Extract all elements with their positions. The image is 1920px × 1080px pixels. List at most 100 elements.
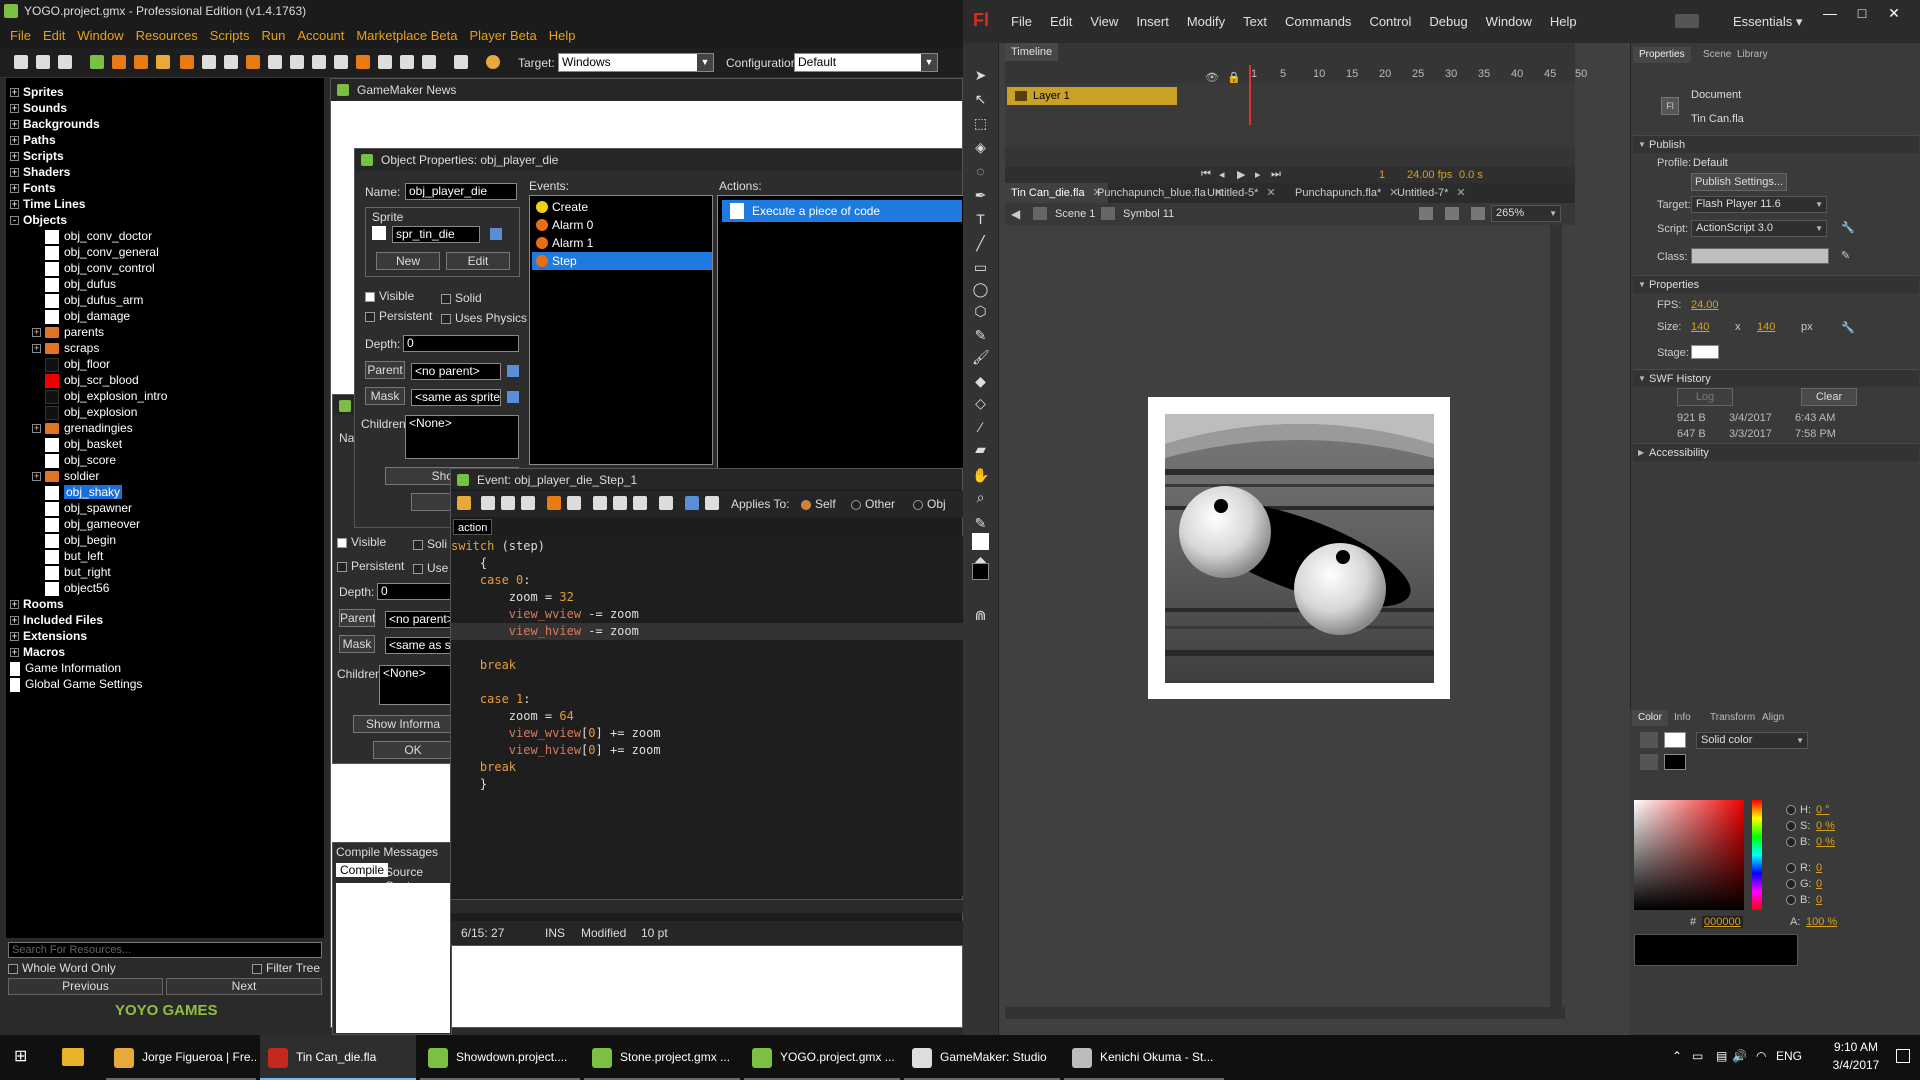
stage-hscrollbar[interactable] bbox=[1005, 1007, 1565, 1019]
stop-icon[interactable] bbox=[134, 55, 148, 69]
expand-icon[interactable]: + bbox=[10, 648, 19, 658]
expand-icon[interactable]: + bbox=[10, 152, 19, 162]
subselection-tool-icon[interactable]: ↖ bbox=[972, 91, 989, 108]
tab-timeline[interactable]: Timeline bbox=[1005, 43, 1059, 61]
play-icon[interactable] bbox=[90, 55, 104, 69]
parent-button[interactable]: Parent bbox=[365, 361, 405, 379]
tree-item[interactable]: + grenadingies bbox=[32, 420, 133, 436]
tree-item[interactable]: but_right bbox=[32, 564, 111, 580]
expand-icon[interactable]: + bbox=[32, 328, 41, 338]
timeline-fps[interactable]: 24.00 fps bbox=[1407, 169, 1452, 181]
event-step[interactable]: Step bbox=[532, 252, 712, 270]
save-project-icon[interactable] bbox=[58, 55, 72, 69]
event-alarm-1[interactable]: Alarm 1 bbox=[532, 234, 712, 252]
stroke-none-swatch[interactable] bbox=[1664, 732, 1686, 748]
taskbar-app[interactable]: GameMaker: Studio bbox=[904, 1035, 1060, 1080]
r-radio[interactable]: R: bbox=[1786, 862, 1811, 874]
tree-item[interactable]: + Backgrounds bbox=[10, 116, 100, 132]
checkmark-icon[interactable] bbox=[457, 496, 471, 510]
persistent-checkbox[interactable]: Persistent bbox=[365, 309, 432, 323]
tree-item[interactable]: + Fonts bbox=[10, 180, 56, 196]
obj2-depth-field[interactable]: 0 bbox=[377, 583, 453, 600]
fill-black-swatch[interactable] bbox=[1664, 754, 1686, 770]
open-icon[interactable] bbox=[481, 496, 495, 510]
selection-tool-icon[interactable]: ➤ bbox=[972, 67, 989, 84]
tree-item[interactable]: obj_explosion_intro bbox=[32, 388, 167, 404]
taskbar-app[interactable]: Kenichi Okuma - St... bbox=[1064, 1035, 1224, 1080]
gm-menu-edit[interactable]: Edit bbox=[43, 28, 65, 43]
fl-menu-modify[interactable]: Modify bbox=[1187, 14, 1225, 29]
stage-vscrollbar[interactable] bbox=[1550, 225, 1562, 1007]
gm-menu-file[interactable]: File bbox=[10, 28, 31, 43]
clear-button[interactable]: Clear bbox=[1801, 388, 1857, 406]
sync-icon[interactable] bbox=[1675, 14, 1699, 28]
oval-tool-icon[interactable]: ◯ bbox=[972, 281, 989, 298]
fl-menu-debug[interactable]: Debug bbox=[1429, 14, 1467, 29]
whole-word-checkbox[interactable]: Whole Word Only bbox=[8, 961, 116, 975]
volume-icon[interactable]: 🔊 bbox=[1732, 1049, 1747, 1063]
playhead[interactable] bbox=[1249, 65, 1251, 125]
sprite-new-button[interactable]: New bbox=[376, 252, 440, 270]
tree-item[interactable]: + scraps bbox=[32, 340, 99, 356]
stroke-swatch[interactable] bbox=[972, 533, 989, 550]
tree-item[interactable]: obj_explosion bbox=[32, 404, 137, 420]
wrench-icon[interactable]: 🔧 bbox=[1841, 221, 1855, 234]
obj2-parent-field[interactable]: <no parent> bbox=[385, 611, 453, 628]
eyedropper-icon[interactable]: ⁄ bbox=[972, 419, 989, 436]
tree-item[interactable]: + Scripts bbox=[10, 148, 64, 164]
new-project-icon[interactable] bbox=[14, 55, 28, 69]
applies-object-radio[interactable]: Obj bbox=[913, 497, 946, 511]
obj2-solid-checkbox[interactable]: Soli bbox=[413, 537, 447, 551]
fast-forward-icon[interactable]: ⏭ bbox=[1271, 168, 1281, 181]
depth-field[interactable]: 0 bbox=[403, 335, 519, 352]
center-stage-icon[interactable] bbox=[1471, 207, 1485, 220]
open-project-icon[interactable] bbox=[36, 55, 50, 69]
text-tool-icon[interactable]: T bbox=[972, 211, 989, 228]
network-icon[interactable]: ▤ bbox=[1716, 1049, 1727, 1063]
gm-menu-marketplace[interactable]: Marketplace Beta bbox=[356, 28, 457, 43]
tab-compile[interactable]: Compile bbox=[336, 863, 389, 877]
events-list[interactable]: Create Alarm 0 Alarm 1 Step bbox=[529, 195, 713, 465]
debug-icon[interactable] bbox=[112, 55, 126, 69]
code-hscrollbar[interactable] bbox=[451, 899, 964, 913]
tree-item[interactable]: + Sprites bbox=[10, 84, 64, 100]
snap-magnet-icon[interactable]: ⋒ bbox=[972, 607, 989, 624]
start-icon[interactable]: ⊞ bbox=[14, 1048, 32, 1066]
file-explorer-icon[interactable] bbox=[62, 1048, 84, 1066]
find-icon[interactable] bbox=[659, 496, 673, 510]
collapse-icon[interactable]: - bbox=[10, 216, 19, 226]
workspace-switcher[interactable]: Essentials ▾ bbox=[1733, 14, 1802, 30]
wrench-icon[interactable]: 🔧 bbox=[1841, 321, 1855, 334]
taskbar-app[interactable]: Jorge Figueroa | Fre... bbox=[106, 1035, 256, 1080]
taskbar-app[interactable]: Stone.project.gmx ... bbox=[584, 1035, 740, 1080]
rewind-icon[interactable]: ⏮ bbox=[1201, 168, 1211, 181]
taskbar-app[interactable]: Showdown.project.... bbox=[420, 1035, 580, 1080]
current-frame[interactable]: 1 bbox=[1379, 169, 1385, 181]
3d-rotation-icon[interactable]: ◈ bbox=[972, 139, 989, 156]
resource-tree[interactable]: + Sprites + Sounds + Backgrounds + Paths + Script… bbox=[6, 78, 324, 938]
fps-value[interactable]: 24.00 bbox=[1691, 299, 1719, 311]
font-icon[interactable] bbox=[312, 55, 326, 69]
gm-menu-resources[interactable]: Resources bbox=[136, 28, 198, 43]
settings-icon[interactable] bbox=[400, 55, 414, 69]
class-field[interactable] bbox=[1691, 248, 1829, 264]
tab-color[interactable]: Color bbox=[1632, 710, 1668, 726]
event-create[interactable]: Create bbox=[532, 198, 712, 216]
gm-menu-run[interactable]: Run bbox=[261, 28, 285, 43]
applies-other-radio[interactable]: Other bbox=[851, 497, 895, 511]
tree-item[interactable]: obj_conv_doctor bbox=[32, 228, 152, 244]
tree-item[interactable]: obj_damage bbox=[32, 308, 130, 324]
g-value[interactable]: 0 bbox=[1816, 878, 1822, 890]
hue-slider[interactable] bbox=[1752, 800, 1762, 910]
stroke-color-icon[interactable]: ✎ bbox=[972, 515, 989, 532]
tree-item[interactable]: + Sounds bbox=[10, 100, 67, 116]
step-forward-icon[interactable]: ▸ bbox=[1255, 168, 1261, 181]
children-list[interactable]: <None> bbox=[405, 415, 519, 459]
tree-item[interactable]: + parents bbox=[32, 324, 104, 340]
edit-scene-icon[interactable] bbox=[1419, 207, 1433, 220]
expand-icon[interactable]: + bbox=[32, 424, 41, 434]
stage[interactable] bbox=[1148, 397, 1450, 699]
g-radio[interactable]: G: bbox=[1786, 878, 1812, 890]
power-icon[interactable]: ▭ bbox=[1692, 1049, 1703, 1063]
save-icon[interactable] bbox=[501, 496, 515, 510]
